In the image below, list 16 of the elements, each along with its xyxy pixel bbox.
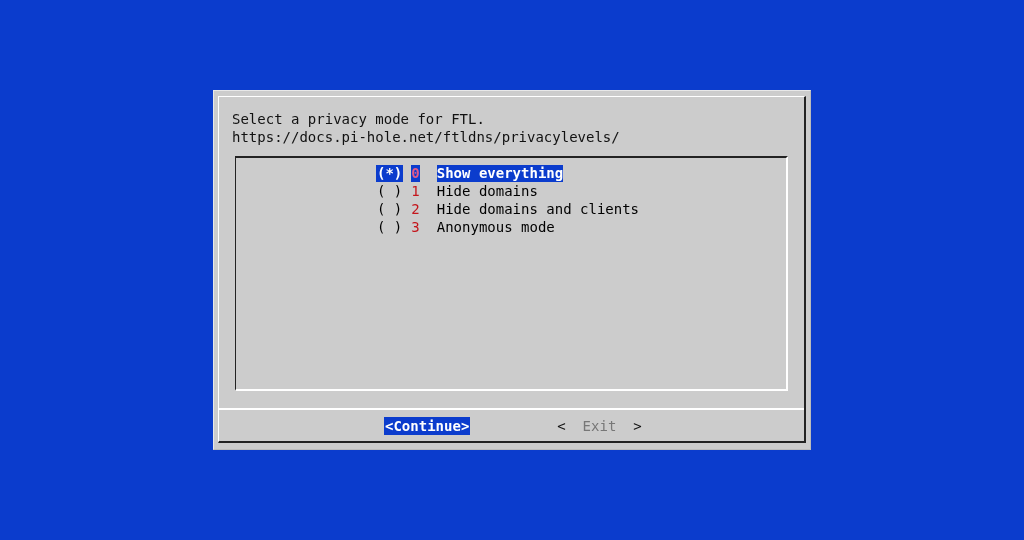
option-label[interactable]: Hide domains and clients	[436, 200, 640, 218]
radio-marker: ( )	[376, 182, 404, 200]
option-label[interactable]: Show everything	[436, 164, 564, 182]
option-number: 0	[411, 164, 420, 182]
message-text: Select a privacy mode for FTL.	[232, 110, 486, 128]
dialog-button[interactable]: <Continue>	[384, 416, 471, 435]
option-number: 1	[411, 182, 420, 200]
radio-marker: ( )	[376, 218, 404, 236]
option-number: 3	[411, 218, 420, 236]
option-number: 2	[411, 200, 420, 218]
radio-marker: ( )	[376, 200, 404, 218]
option-label[interactable]: Anonymous mode	[436, 218, 555, 236]
dialog-button[interactable]: < Exit >	[556, 416, 643, 435]
option-label[interactable]: Hide domains	[436, 182, 538, 200]
radio-marker: (*)	[376, 164, 404, 182]
message-text: https://docs.pi-hole.net/ftldns/privacylevels/	[232, 128, 621, 146]
